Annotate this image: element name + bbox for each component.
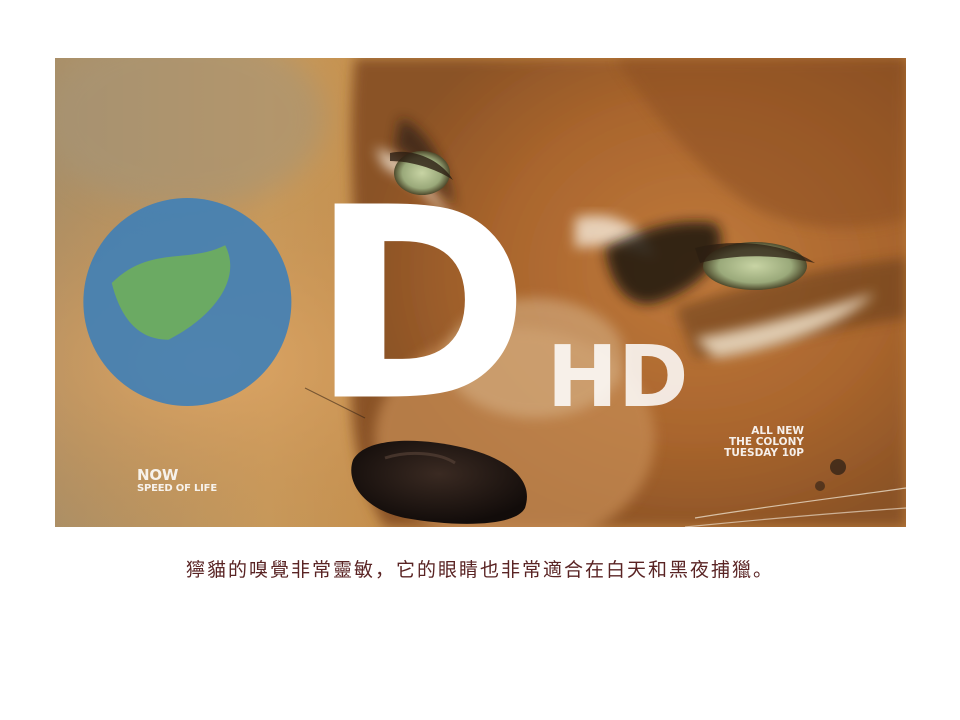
network-hd-label: HD	[547, 328, 689, 427]
network-logo-icon: D HD	[83, 152, 689, 460]
network-logo-letter: D	[310, 152, 530, 460]
caption-text: 獰貓的嗅覺非常靈敏，它的眼睛也非常適合在白天和黑夜捕獵。	[185, 559, 774, 581]
slide: NOW SPEED OF LIFE ALL NEW THE COLONY TUE…	[0, 0, 960, 720]
caracal-photo: NOW SPEED OF LIFE ALL NEW THE COLONY TUE…	[55, 58, 906, 527]
